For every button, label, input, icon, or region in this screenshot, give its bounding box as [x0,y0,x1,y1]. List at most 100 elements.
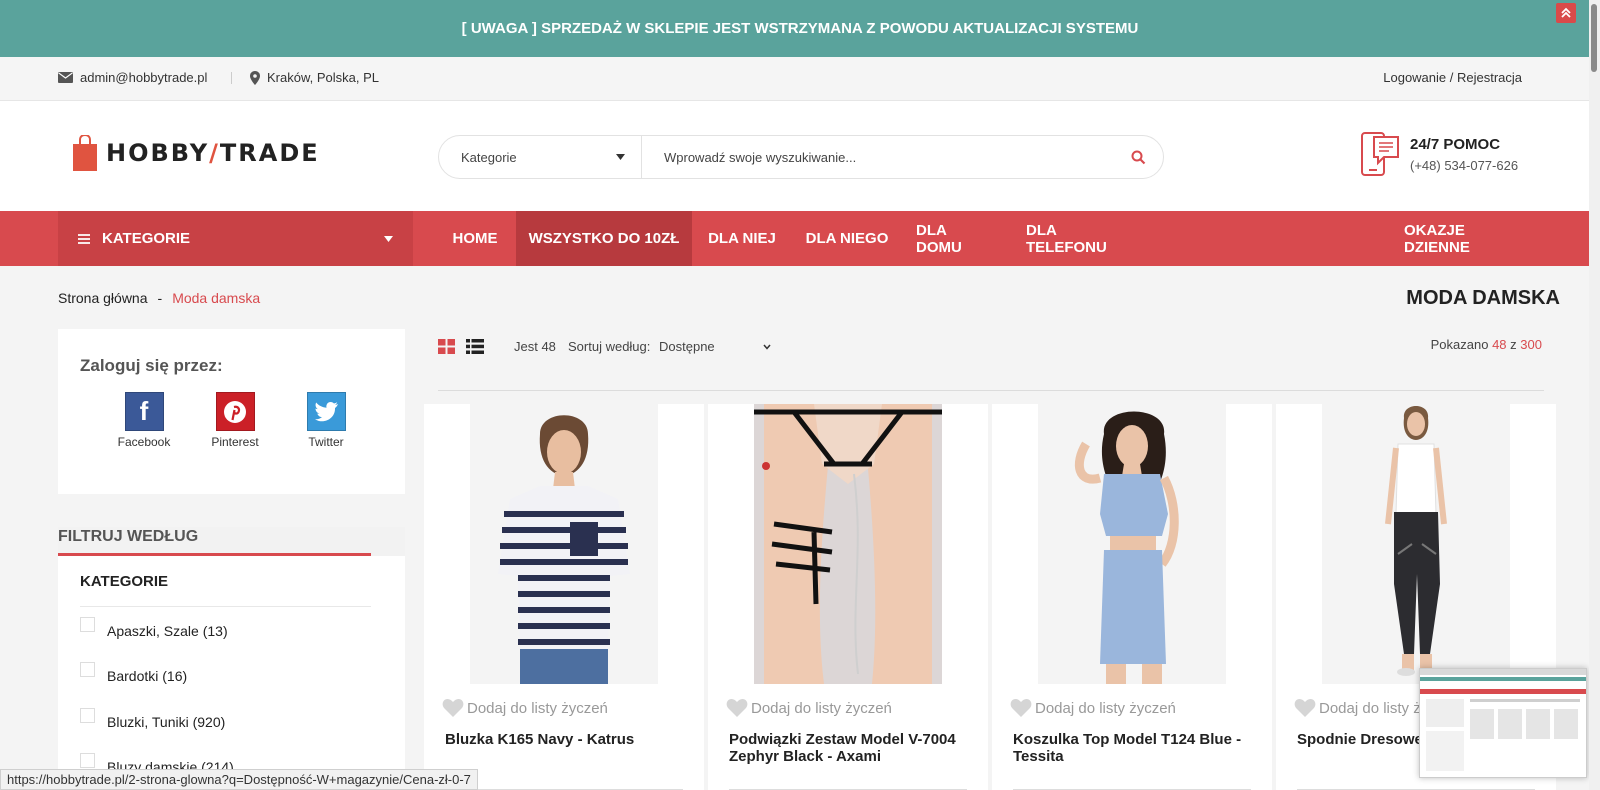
breadcrumb-current[interactable]: Moda damska [172,290,260,306]
site-header: HOBBY/TRADE Kategorie 24/7 POMOC (+48) 5… [0,101,1600,211]
page-title: MODA DAMSKA [1406,287,1560,309]
page-scrollbar[interactable] [1589,0,1600,790]
menu-icon [78,233,90,244]
category-select[interactable]: Kategorie [439,136,642,178]
filter-checkbox[interactable] [80,662,95,677]
results-shown: 48 [1492,337,1507,352]
heart-icon [1294,698,1316,717]
search-input[interactable] [642,149,1113,165]
add-to-wishlist[interactable]: Dodaj do listy życzeń [1010,698,1176,718]
main-navigation: KATEGORIE HOME WSZYSTKO DO 10ZŁ DLA NIEJ… [0,211,1600,266]
product-title[interactable]: Podwiązki Zestaw Model V-7004 Zephyr Bla… [729,731,979,765]
filter-checkbox[interactable] [80,708,95,723]
sort-select[interactable]: Dostępne [659,339,771,354]
categories-menu-label: KATEGORIE [102,230,191,247]
contact-email[interactable]: admin@hobbytrade.pl [58,70,207,85]
social-login-title: Zaloguj się przez: [80,356,223,375]
breadcrumb: Strona główna - Moda damska [58,290,260,306]
per-page-label: Jest 48 [514,339,556,354]
filter-divider [80,606,371,607]
scroll-top-icon[interactable] [1556,3,1576,23]
wishlist-label: Dodaj do listy życzeń [751,699,892,717]
filter-item-label: Bardotki (16) [107,668,188,684]
categories-menu-button[interactable]: KATEGORIE [58,211,413,266]
search-button[interactable] [1113,136,1163,178]
product-image[interactable] [1322,404,1510,684]
heart-icon [726,698,748,717]
pinterest-icon [215,392,255,431]
results-total: 300 [1520,337,1542,352]
facebook-icon: f [124,392,164,431]
caret-down-icon [384,235,393,242]
top-bar: admin@hobbytrade.pl Kraków, Polska, PL L… [0,57,1600,101]
envelope-icon [58,72,73,83]
add-to-wishlist[interactable]: Dodaj do listy życzeń [442,698,608,718]
grid-view-icon[interactable] [438,339,455,359]
product-card[interactable]: Dodaj do listy życzeń Koszulka Top Model… [992,404,1272,790]
list-view-icon[interactable] [466,339,484,359]
logo-text: HOBBY/TRADE [106,139,320,167]
filter-section-title: KATEGORIE [80,573,169,590]
facebook-login[interactable]: f Facebook [104,392,184,449]
support-phone[interactable]: (+48) 534-077-626 [1410,158,1518,173]
filter-item[interactable]: Bardotki (16) [80,662,188,684]
product-card[interactable]: Dodaj do listy życzeń Bluzka K165 Navy -… [424,404,704,790]
pinterest-login[interactable]: Pinterest [195,392,275,449]
product-card[interactable]: Dodaj do listy życzeń Podwiązki Zestaw M… [708,404,988,790]
nav-for-home[interactable]: DLA DOMU [916,211,996,266]
product-title[interactable]: Koszulka Top Model T124 Blue - Tessita [1013,731,1263,765]
results-count: Pokazano 48 z 300 [1431,337,1542,352]
store-location: Kraków, Polska, PL [250,70,379,85]
nav-for-her[interactable]: DLA NIEJ [706,211,778,266]
preview-image [1420,669,1586,777]
filter-panel: FILTRUJ WEDŁUG KATEGORIE Apaszki, Szale … [58,527,405,790]
product-image[interactable] [754,404,942,684]
site-logo[interactable]: HOBBY/TRADE [72,135,320,171]
product-title[interactable]: Bluzka K165 Navy - Katrus [445,731,695,748]
support-info: 24/7 POMOC (+48) 534-077-626 [1360,131,1518,177]
breadcrumb-home[interactable]: Strona główna [58,290,148,306]
category-select-value: Kategorie [461,149,517,165]
filter-item[interactable]: Apaszki, Szale (13) [80,617,228,639]
search-bar: Kategorie [438,135,1164,179]
pinterest-label: Pinterest [211,435,259,449]
wishlist-label: Dodaj do listy życzeń [1035,699,1176,717]
filter-checkbox[interactable] [80,617,95,632]
breadcrumb-separator: - [157,290,163,306]
filter-item[interactable]: Bluzki, Tuniki (920) [80,708,226,730]
caret-down-icon [616,154,625,160]
topbar-divider [231,72,232,84]
logo-slash: / [209,139,220,167]
wishlist-label: Dodaj do listy życzeń [467,699,608,717]
nav-all-under-10[interactable]: WSZYSTKO DO 10ZŁ [516,211,692,266]
heart-icon [442,698,464,717]
nav-home[interactable]: HOME [446,211,504,266]
email-text: admin@hobbytrade.pl [80,70,208,85]
product-image[interactable] [1038,404,1226,684]
heart-icon [1010,698,1032,717]
maintenance-notice: [ UWAGA ] SPRZEDAŻ W SKLEPIE JEST WSTRZY… [0,0,1600,57]
filter-checkbox[interactable] [80,753,95,768]
logo-part-2: TRADE [219,139,320,167]
support-title: 24/7 POMOC [1410,135,1501,153]
notice-text: [ UWAGA ] SPRZEDAŻ W SKLEPIE JEST WSTRZY… [461,20,1139,37]
filter-item-label: Bluzki, Tuniki (920) [107,714,226,730]
login-register-text: Logowanie / Rejestracja [1383,70,1522,85]
scrollbar-thumb[interactable] [1591,4,1597,72]
nav-for-phone[interactable]: DLA TELEFONU [1026,211,1138,266]
support-chat-icon [1361,132,1399,176]
results-of: z [1510,337,1517,352]
logo-part-1: HOBBY [106,139,210,167]
filter-item-label: Apaszki, Szale (13) [107,623,228,639]
screenshot-preview-thumbnail[interactable] [1419,668,1587,778]
twitter-login[interactable]: Twitter [286,392,366,449]
login-register-link[interactable]: Logowanie / Rejestracja [1383,70,1522,85]
product-image[interactable] [470,404,658,684]
shopping-bag-icon [73,135,97,171]
twitter-label: Twitter [308,435,344,449]
facebook-label: Facebook [117,435,171,449]
status-bar-url: https://hobbytrade.pl/2-strona-glowna?q=… [0,769,478,790]
nav-daily-deals[interactable]: OKAZJE DZIENNE [1404,211,1532,266]
nav-for-him[interactable]: DLA NIEGO [804,211,890,266]
add-to-wishlist[interactable]: Dodaj do listy życzeń [726,698,892,718]
